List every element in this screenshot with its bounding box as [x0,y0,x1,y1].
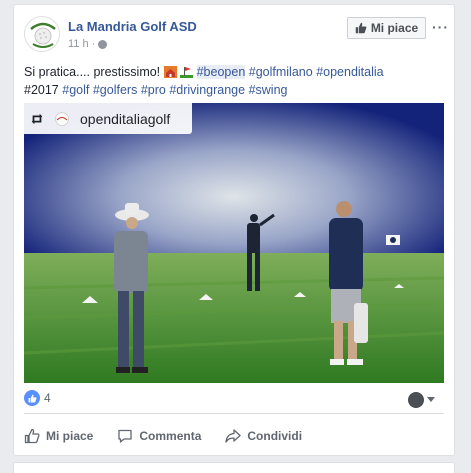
hashtag-link[interactable]: #beopen [196,65,246,79]
thumbs-up-icon [24,428,40,444]
post-photo[interactable] [24,103,444,383]
comment-button[interactable]: Commenta [117,428,201,444]
post-time[interactable]: 11 h [68,38,89,50]
hashtag-plain: #2017 [24,83,59,97]
like-page-label: Mi piace [370,21,419,35]
golf-ball-logo [26,18,59,51]
caret-down-icon [427,397,435,402]
globe-icon [98,39,108,49]
share-button-label: Condividi [247,429,303,443]
share-icon [225,429,242,443]
post-actions: Mi piace Commenta Condividi [24,424,326,448]
viewer-avatar [408,392,424,408]
house-emoji [163,66,177,78]
instagram-username: openditaliagolf [80,110,171,127]
next-post-card [13,462,455,473]
meta-separator: · [91,38,96,50]
like-reaction-icon [24,390,40,406]
golf-flag-emoji [180,67,194,78]
page-avatar[interactable] [24,16,60,52]
hashtag-link[interactable]: #golfers [93,83,137,97]
like-count: 4 [44,391,51,405]
like-page-button[interactable]: Mi piace [347,17,426,39]
actions-divider [24,413,444,414]
viewer-selector[interactable] [408,392,435,408]
thumbs-up-icon [28,394,37,402]
thumbs-up-icon [355,22,367,34]
hashtag-link[interactable]: #golfmilano [249,65,313,79]
reactions-summary[interactable]: 4 [24,390,51,406]
hashtag-link[interactable]: #pro [141,83,166,97]
repost-icon [31,113,43,124]
hashtag-link[interactable]: #golf [62,83,89,97]
hashtag-link[interactable]: #swing [249,83,288,97]
post-card: La Mandria Golf ASD 11 h · Mi piace ··· … [13,4,455,456]
hashtag-link[interactable]: #drivingrange [169,83,245,97]
like-button[interactable]: Mi piace [24,428,93,444]
comment-icon [118,429,133,443]
share-button[interactable]: Condividi [225,428,302,444]
hashtag-link[interactable]: #openditalia [316,65,383,79]
comment-button-label: Commenta [139,429,202,443]
post-intro-text: Si pratica.... prestissimo! [24,65,161,79]
instagram-avatar-icon [55,111,69,126]
page-name-link[interactable]: La Mandria Golf ASD [68,19,197,34]
driving-range-photo [24,103,444,383]
post-meta: 11 h · [68,38,108,50]
more-icon[interactable]: ··· [432,19,449,35]
like-button-label: Mi piace [46,429,94,443]
post-text: Si pratica.... prestissimo! #beopen #gol… [24,63,444,99]
instagram-badge[interactable]: openditaliagolf [24,103,192,134]
